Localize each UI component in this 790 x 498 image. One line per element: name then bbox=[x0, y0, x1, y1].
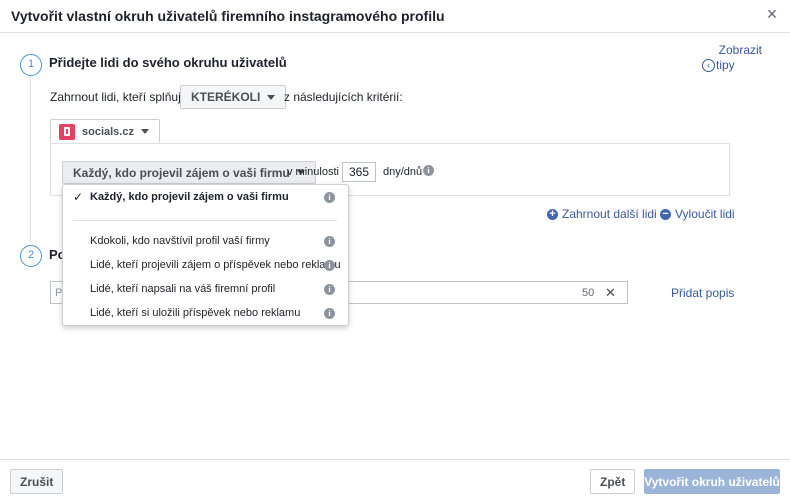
source-name: socials.cz bbox=[82, 125, 134, 138]
info-icon[interactable]: i bbox=[324, 284, 335, 295]
info-icon[interactable]: i bbox=[423, 165, 434, 176]
event-select[interactable]: Každý, kdo projevil zájem o vaši firmu bbox=[62, 161, 316, 184]
dropdown-item-label: Kdokoli, kdo navštívil profil vaší firmy bbox=[90, 235, 270, 247]
back-button[interactable]: Zpět bbox=[590, 469, 636, 494]
clear-icon[interactable]: ✕ bbox=[605, 285, 616, 301]
minus-circle-icon: − bbox=[660, 208, 671, 220]
match-type-value: KTERÉKOLI bbox=[191, 90, 261, 104]
char-count: 50 bbox=[582, 287, 595, 299]
dropdown-item-label: Lidé, kteří si uložili příspěvek nebo re… bbox=[90, 307, 301, 319]
close-icon[interactable]: × bbox=[762, 5, 782, 25]
dropdown-item[interactable]: Kdokoli, kdo navštívil profil vaší firmy… bbox=[63, 231, 348, 253]
include-more-button[interactable]: + Zahrnout další lidi bbox=[547, 207, 657, 221]
source-tab[interactable]: socials.cz bbox=[50, 119, 160, 143]
info-icon[interactable]: i bbox=[324, 236, 335, 247]
event-select-value: Každý, kdo projevil zájem o vaši firmu bbox=[73, 165, 290, 180]
include-prefix-text: Zahrnout lidi, kteří splňují bbox=[50, 90, 185, 104]
include-suffix-text: z následujících kritérií: bbox=[284, 90, 403, 104]
dropdown-item[interactable]: Lidé, kteří napsali na váš firemní profi… bbox=[63, 279, 348, 301]
exclude-label: Vyloučit lidi bbox=[675, 207, 735, 221]
chevron-left-icon: ‹ bbox=[702, 59, 715, 72]
days-input[interactable]: 365 bbox=[342, 162, 376, 182]
dialog-header: Vytvořit vlastní okruh uživatelů firemní… bbox=[0, 0, 790, 33]
info-icon[interactable]: i bbox=[324, 308, 335, 319]
show-tips-link[interactable]: Zobrazit ‹ tipy bbox=[702, 43, 762, 73]
caret-down-icon bbox=[267, 94, 276, 100]
cancel-button[interactable]: Zrušit bbox=[10, 469, 64, 494]
step-2-number: 2 bbox=[20, 245, 42, 267]
tips-label-line1: Zobrazit bbox=[718, 43, 762, 57]
info-icon[interactable]: i bbox=[324, 192, 335, 203]
step-connector-line bbox=[30, 76, 31, 242]
tips-label-line2: tipy bbox=[716, 58, 735, 72]
source-logo-icon bbox=[59, 123, 75, 140]
dialog-title: Vytvořit vlastní okruh uživatelů firemní… bbox=[11, 8, 445, 24]
dropdown-item-selected[interactable]: ✓ Každý, kdo projevil zájem o vaši firmu… bbox=[63, 187, 348, 209]
checkmark-icon: ✓ bbox=[73, 190, 84, 204]
add-description-link[interactable]: Přidat popis bbox=[671, 286, 734, 300]
include-more-label: Zahrnout další lidi bbox=[562, 207, 657, 221]
dropdown-item[interactable]: Lidé, kteří projevili zájem o příspěvek … bbox=[63, 255, 348, 277]
caret-down-icon bbox=[140, 129, 149, 134]
days-unit: dny/dnů bbox=[383, 166, 423, 178]
dropdown-item-label: Lidé, kteří napsali na váš firemní profi… bbox=[90, 283, 276, 295]
step-1-title: Přidejte lidi do svého okruhu uživatelů bbox=[49, 55, 287, 70]
dropdown-item-label: Lidé, kteří projevili zájem o příspěvek … bbox=[90, 259, 341, 271]
plus-circle-icon: + bbox=[547, 208, 558, 220]
past-label: v minulosti bbox=[287, 166, 339, 178]
event-dropdown-menu: ✓ Každý, kdo projevil zájem o vaši firmu… bbox=[62, 184, 349, 326]
dropdown-item[interactable]: Lidé, kteří si uložili příspěvek nebo re… bbox=[63, 303, 348, 325]
match-type-select[interactable]: KTERÉKOLI bbox=[180, 85, 287, 109]
info-icon[interactable]: i bbox=[324, 260, 335, 271]
exclude-button[interactable]: − Vyloučit lidi bbox=[660, 207, 735, 221]
dropdown-divider bbox=[73, 220, 337, 221]
create-audience-button[interactable]: Vytvořit okruh uživatelů bbox=[644, 469, 780, 494]
dropdown-item-label: Každý, kdo projevil zájem o vaši firmu bbox=[90, 191, 289, 203]
step-1-number: 1 bbox=[20, 54, 42, 76]
